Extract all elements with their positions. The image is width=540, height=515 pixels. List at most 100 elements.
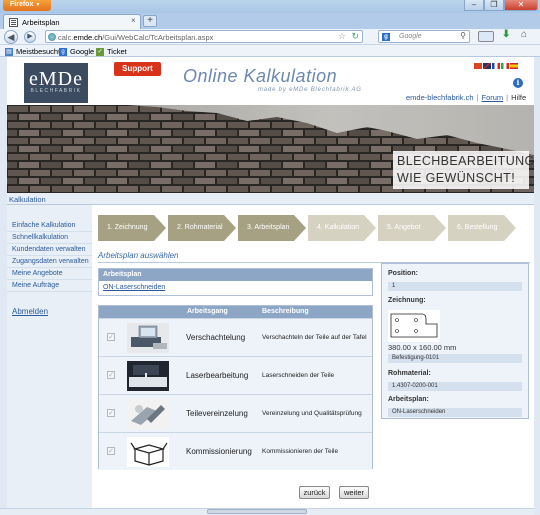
step-angebot: 5. Angebot [378,215,446,241]
drawing-dimensions: 380.00 x 160.00 mm [388,343,457,352]
row-checkbox[interactable]: ✓ [107,371,115,379]
row-name: Kommissionierung [186,447,252,456]
search-bar[interactable]: g Google ⚲ [378,30,470,43]
arbeitsplan-list: Arbeitsplan ON-Laserschneiden [98,268,373,296]
new-tab-button[interactable]: + [143,15,157,27]
sidebar-item-kundendaten[interactable]: Kundendaten verwalten [7,244,92,256]
close-window-icon[interactable]: ✕ [504,0,538,11]
window-controls: – ❐ ✕ [464,0,538,11]
link-website[interactable]: emde-blechfabrik.ch [406,93,474,102]
flag-ch-icon[interactable] [474,63,482,69]
back-button[interactable]: zurück [299,486,330,499]
bookmark-label: Meistbesucht [16,47,61,56]
search-icon[interactable]: ⚲ [460,31,466,40]
sidebar-item-angebote[interactable]: Meine Angebote [7,268,92,280]
google-icon[interactable]: g [382,33,390,41]
row-name: Laserbearbeitung [186,371,249,380]
row-checkbox[interactable]: ✓ [107,333,115,341]
sidebar-item-zugangsdaten[interactable]: Zugangsdaten verwalten [7,256,92,268]
support-button[interactable]: Support [114,62,161,76]
step-rohmaterial[interactable]: 2. Rohmaterial [168,215,236,241]
info-icon[interactable]: i [513,78,523,88]
table-row[interactable]: ✓ Teilevereinzelung Vereinzelung und Qua… [99,394,372,432]
link-help[interactable]: Hilfe [511,93,526,102]
bookmark-label: Ticket [107,47,127,56]
step-arbeitsplan[interactable]: 3. Arbeitsplan [238,215,306,241]
forward-arrow-icon[interactable]: ▶ [24,31,36,43]
sidebar-item-schnellkalkulation[interactable]: Schnellkalkulation [7,232,92,244]
address-bar[interactable]: calc.emde.ch/Gui/WebCalc/TcArbeitsplan.a… [45,30,363,43]
position-label: Position: [388,270,418,277]
column-header-beschreibung: Beschreibung [262,308,309,315]
flag-fr-icon[interactable] [492,63,500,69]
link-forum[interactable]: Forum [482,93,504,102]
logout-link[interactable]: Abmelden [7,307,92,316]
breadcrumb[interactable]: Kalkulation [7,193,534,205]
drawing-name: Befestigung-0101 [388,354,522,363]
table-row[interactable]: ✓ Laserbearbeitung Laserschneiden der Te… [99,356,372,394]
flag-it-icon[interactable] [501,63,509,69]
plan-label: Arbeitsplan: [388,396,429,403]
next-button[interactable]: weiter [339,486,369,499]
arbeitsplan-link[interactable]: ON-Laserschneiden [103,284,165,291]
bookmarks-toolbar: ▤ Meistbesucht g Google ✓ Ticket [0,45,540,57]
step-zeichnung[interactable]: 1. Zeichnung [98,215,166,241]
row-checkbox[interactable]: ✓ [107,409,115,417]
arbeitsplan-header: Arbeitsplan [99,269,372,281]
row-description: Kommissionieren der Teile [262,448,339,455]
back-arrow-icon[interactable]: ◀ [4,30,18,44]
bookmarks-folder-icon: ▤ [5,47,13,56]
drawing-preview-image[interactable] [388,310,440,342]
tab-close-icon[interactable]: × [131,16,136,25]
chevron-down-icon: ▼ [35,2,41,8]
home-icon[interactable]: ⌂ [521,29,527,40]
laser-machine-image [127,361,169,391]
link-separator: | [506,93,509,102]
logo-tagline: BLECHFABRIK [30,88,82,94]
url-path: /Gui/WebCalc/TcArbeitsplan.aspx [102,33,214,42]
emde-logo[interactable]: eMDe BLECHFABRIK [24,63,88,103]
download-icon[interactable]: ⬇ [502,29,510,40]
banner-slogan: BLECHBEARBEITUNG WIE GEWÜNSCHT! [393,151,534,189]
bookmark-google[interactable]: g Google [59,47,94,56]
table-row[interactable]: ✓ Kommissionierung Kommissionieren der T… [99,432,372,470]
browser-tab-active[interactable]: Arbeitsplan × [3,14,141,29]
bookmark-ticket[interactable]: ✓ Ticket [96,47,127,56]
navigation-toolbar: ◀ ▶ calc.emde.ch/Gui/WebCalc/TcArbeitspl… [0,29,540,45]
scrollbar-thumb[interactable] [207,509,307,514]
step-label: 4. Kalkulation [317,224,360,231]
flag-es-icon[interactable] [510,63,518,69]
row-description: Laserschneiden der Teile [262,372,335,379]
google-icon: g [59,47,67,56]
maximize-icon[interactable]: ❐ [484,0,504,11]
section-title: Arbeitsplan auswählen [98,251,179,260]
ticket-icon: ✓ [96,47,104,56]
bookmark-star-icon[interactable]: ☆ [338,31,346,42]
step-kalkulation: 4. Kalkulation [308,215,376,241]
box-packaging-icon [127,437,169,467]
extension-icon[interactable] [478,31,494,42]
nesting-image [127,323,169,353]
flag-uk-icon[interactable] [483,63,491,69]
vertical-scrollbar[interactable] [534,57,540,508]
row-checkbox[interactable]: ✓ [107,447,115,455]
reload-icon[interactable]: ↻ [351,31,359,42]
table-row[interactable]: ✓ Verschachtelung Verschachteln der Teil… [99,318,372,356]
sidebar-item-auftraege[interactable]: Meine Aufträge [7,280,92,292]
firefox-menu-button[interactable]: Firefox ▼ [3,0,51,11]
minimize-icon[interactable]: – [464,0,484,11]
row-name: Verschachtelung [186,333,246,342]
tab-strip: Arbeitsplan × + [0,13,540,29]
bookmark-meistbesucht[interactable]: ▤ Meistbesucht [5,47,60,56]
plan-value: ON-Laserschneiden [388,408,522,417]
wizard-steps: 1. Zeichnung 2. Rohmaterial 3. Arbeitspl… [98,215,530,241]
link-separator: | [476,93,479,102]
table-header: Arbeitsgang Beschreibung [99,306,372,318]
step-label: 5. Angebot [387,224,421,231]
window-titlebar [0,0,540,13]
tab-title: Arbeitsplan [22,18,60,27]
parts-separation-image [127,399,169,429]
step-label: 3. Arbeitsplan [247,224,290,231]
sidebar-item-einfache-kalkulation[interactable]: Einfache Kalkulation [7,220,92,232]
position-info-panel: Position: 1 Zeichnung: 380.00 x 160.00 m… [381,263,529,419]
